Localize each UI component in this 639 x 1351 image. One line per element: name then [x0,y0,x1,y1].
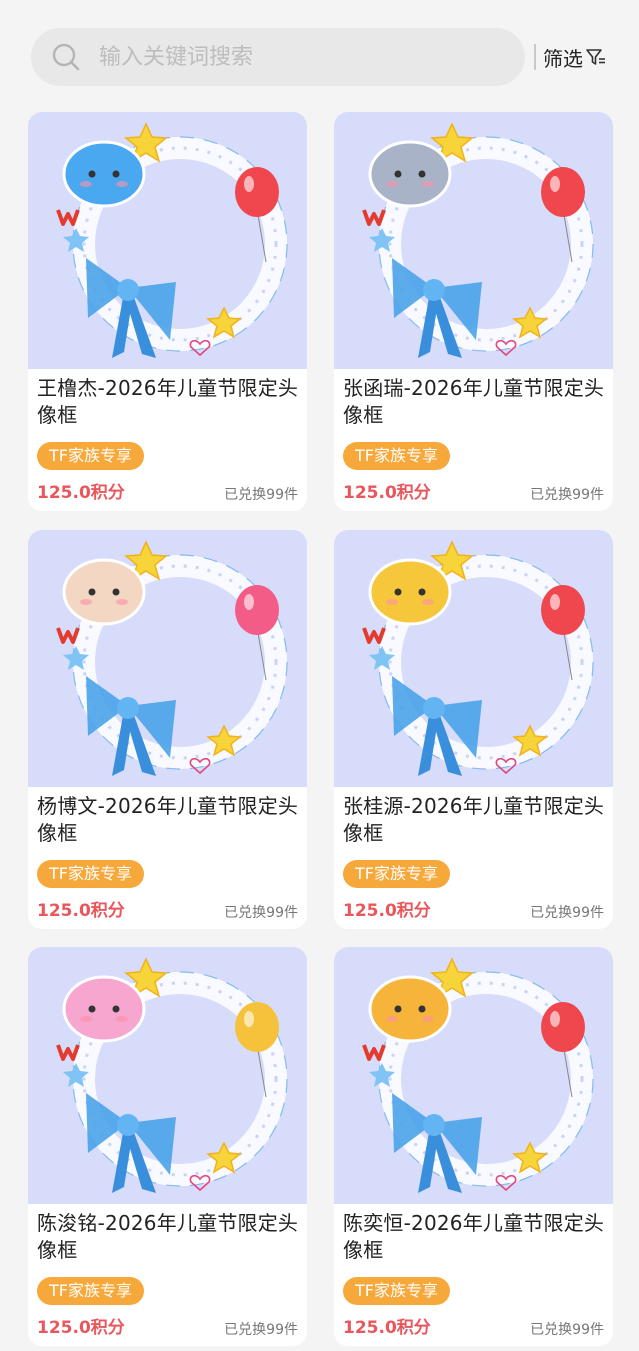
search-input[interactable] [99,37,499,77]
balloon-icon [235,167,279,217]
product-card[interactable]: 张桂源-2026年儿童节限定头像框 TF家族专享 125.0积分 已兑换99件 [334,530,613,929]
page: 筛选 [0,0,639,1351]
member-tag: TF家族专享 [343,1277,450,1305]
product-title: 王橹杰-2026年儿童节限定头像框 [37,376,299,427]
price: 125.0积分 [343,1318,431,1338]
redeemed-count: 已兑换99件 [530,905,604,921]
avatar-frame-image[interactable] [28,530,307,787]
member-tag: TF家族专享 [37,442,144,470]
balloon-icon [235,585,279,635]
avatar-frame-illustration [56,122,288,358]
avatar-frame-illustration [362,540,594,776]
product-card[interactable]: 陈浚铭-2026年儿童节限定头像框 TF家族专享 125.0积分 已兑换99件 [28,947,307,1346]
product-card[interactable]: 张函瑞-2026年儿童节限定头像框 TF家族专享 125.0积分 已兑换99件 [334,112,613,511]
redeemed-count: 已兑换99件 [224,487,298,503]
product-title: 张桂源-2026年儿童节限定头像框 [343,794,605,845]
filter-icon [586,49,605,65]
charm-icon [368,558,452,626]
price: 125.0积分 [37,483,125,503]
charm-icon [62,975,146,1043]
price: 125.0积分 [343,901,431,921]
charm-icon [62,558,146,626]
divider [534,44,536,70]
avatar-frame-illustration [56,540,288,776]
charm-icon [368,975,452,1043]
avatar-frame-image[interactable] [334,112,613,369]
filter-label: 筛选 [543,46,583,71]
balloon-icon [235,1002,279,1052]
avatar-frame-image[interactable] [334,947,613,1204]
product-title: 陈浚铭-2026年儿童节限定头像框 [37,1211,299,1262]
member-tag: TF家族专享 [343,860,450,888]
redeemed-count: 已兑换99件 [224,1322,298,1338]
filter-button[interactable]: 筛选 [543,40,607,74]
price: 125.0积分 [343,483,431,503]
avatar-frame-illustration [362,957,594,1193]
redeemed-count: 已兑换99件 [530,1322,604,1338]
avatar-frame-illustration [56,957,288,1193]
product-title: 陈奕恒-2026年儿童节限定头像框 [343,1211,605,1262]
balloon-icon [541,1002,585,1052]
product-card[interactable]: 陈奕恒-2026年儿童节限定头像框 TF家族专享 125.0积分 已兑换99件 [334,947,613,1346]
member-tag: TF家族专享 [37,1277,144,1305]
member-tag: TF家族专享 [343,442,450,470]
avatar-frame-image[interactable] [28,947,307,1204]
balloon-icon [541,585,585,635]
search-bar[interactable] [31,28,525,86]
avatar-frame-image[interactable] [334,530,613,787]
product-title: 张函瑞-2026年儿童节限定头像框 [343,376,605,427]
charm-icon [368,140,452,208]
product-title: 杨博文-2026年儿童节限定头像框 [37,794,299,845]
avatar-frame-image[interactable] [28,112,307,369]
balloon-icon [541,167,585,217]
redeemed-count: 已兑换99件 [530,487,604,503]
product-card[interactable]: 杨博文-2026年儿童节限定头像框 TF家族专享 125.0积分 已兑换99件 [28,530,307,929]
price: 125.0积分 [37,901,125,921]
product-card[interactable]: 王橹杰-2026年儿童节限定头像框 TF家族专享 125.0积分 已兑换99件 [28,112,307,511]
redeemed-count: 已兑换99件 [224,905,298,921]
top-bar: 筛选 [0,0,639,100]
member-tag: TF家族专享 [37,860,144,888]
price: 125.0积分 [37,1318,125,1338]
avatar-frame-illustration [362,122,594,358]
search-icon [52,43,80,71]
charm-icon [62,140,146,208]
